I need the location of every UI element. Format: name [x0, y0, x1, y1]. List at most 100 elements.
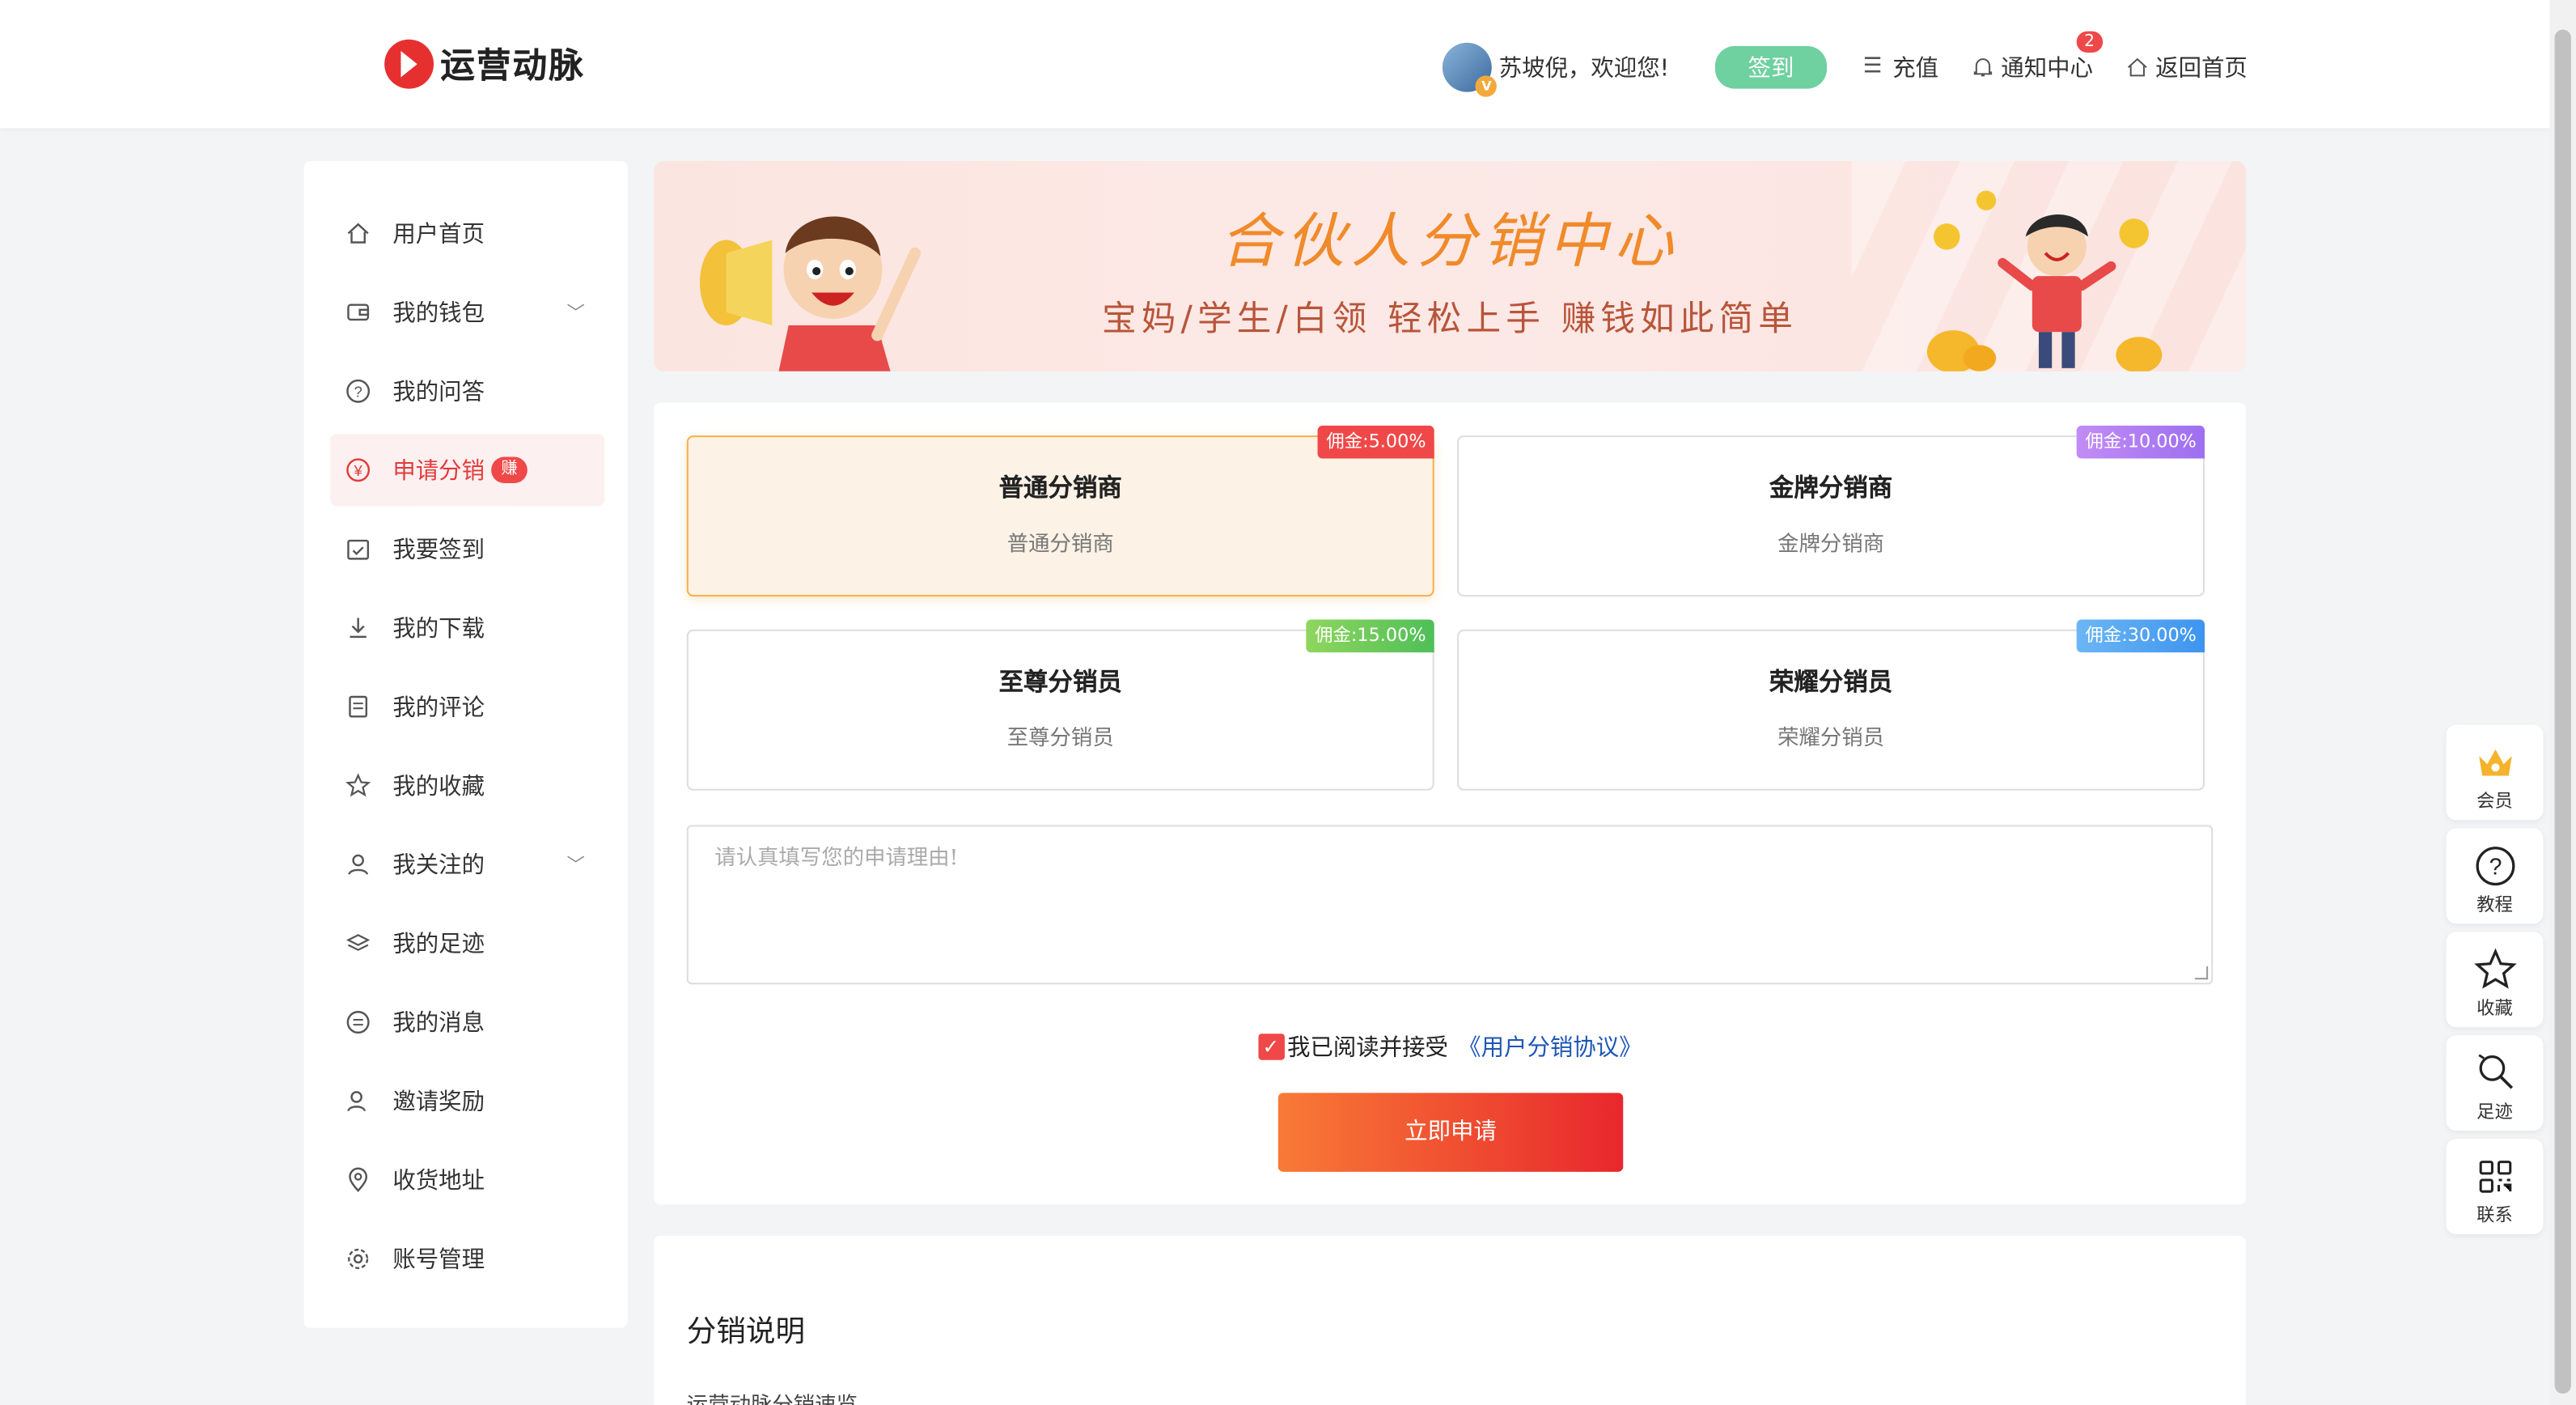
plan-name: 普通分销商 — [998, 473, 1122, 503]
home-link[interactable]: 返回首页 — [2126, 51, 2248, 84]
resize-handle-icon[interactable] — [2194, 966, 2209, 980]
logo-text: 运营动脉 — [440, 45, 585, 86]
question-icon: ? — [343, 376, 373, 406]
plan-description: 至尊分销员 — [1006, 726, 1114, 751]
float-label: 收藏 — [2476, 997, 2513, 1019]
page-scrollbar[interactable] — [2549, 0, 2576, 1405]
sidebar-item-home[interactable]: 用户首页 — [330, 197, 604, 270]
plan-option-normal[interactable]: 佣金:5.00% 普通分销商 普通分销商 — [686, 425, 1434, 597]
sidebar-item-label: 我的消息 — [392, 1010, 485, 1038]
coins-character-illustration — [1926, 190, 2163, 371]
sidebar-item-apply-distribution[interactable]: ¥ 申请分销 赚 — [330, 434, 605, 507]
sidebar-item-signin[interactable]: 我要签到 — [330, 513, 604, 585]
sidebar-item-downloads[interactable]: 我的下载 — [330, 592, 604, 664]
sidebar-item-following[interactable]: 我关注的 ﹀ — [330, 828, 604, 900]
user-sidebar: 用户首页 我的钱包 ﹀ ? 我的问答 ¥ 申请分销 赚 我要签到 我的下载 我的… — [303, 160, 628, 1328]
logo-icon — [384, 39, 434, 89]
right-float-toolbar: 会员 ? 教程 收藏 足迹 联系 — [2446, 724, 2544, 1242]
yen-icon: ¥ — [343, 455, 373, 485]
notification-count-badge: 2 — [2075, 31, 2104, 53]
distribution-explanation-card: 分销说明 运营动脉分销速览 — [654, 1236, 2246, 1405]
plan-option-glory[interactable]: 佣金:30.00% 荣耀分销员 荣耀分销员 — [1457, 619, 2205, 791]
sidebar-item-label: 我的下载 — [392, 616, 485, 643]
apply-reason-textarea[interactable]: 请认真填写您的申请理由! — [686, 825, 2214, 985]
sidebar-item-label: 申请分销 — [392, 458, 485, 486]
location-icon — [343, 1165, 373, 1195]
page-root: 运营动脉 V 苏坡倪，欢迎您! 签到 ☰ 充值 通知中心 2 返回首页 用户首页… — [0, 0, 2576, 1405]
avatar[interactable]: V — [1443, 42, 1498, 97]
gear-icon — [343, 1244, 373, 1274]
plan-name: 荣耀分销员 — [1769, 667, 1893, 697]
sidebar-item-footprints[interactable]: 我的足迹 — [330, 907, 604, 979]
sidebar-item-label: 我的足迹 — [392, 932, 485, 958]
sidebar-item-label: 我关注的 — [392, 852, 485, 880]
distribution-apply-card: 佣金:5.00% 普通分销商 普通分销商 佣金:10.00% 金牌分销商 金牌分… — [654, 402, 2246, 1205]
float-item-vip[interactable]: 会员 — [2446, 724, 2544, 821]
scrollbar-thumb[interactable] — [2554, 29, 2571, 1394]
float-item-contact[interactable]: 联系 — [2446, 1139, 2544, 1234]
reason-placeholder: 请认真填写您的申请理由! — [714, 846, 959, 872]
float-label: 足迹 — [2476, 1101, 2513, 1123]
plan-description: 普通分销商 — [1006, 532, 1114, 558]
crown-icon — [2447, 741, 2544, 784]
sidebar-item-messages[interactable]: 我的消息 — [330, 986, 604, 1058]
sidebar-item-qa[interactable]: ? 我的问答 — [330, 355, 604, 427]
star-icon — [2447, 948, 2544, 991]
star-icon — [343, 770, 373, 800]
sidebar-item-address[interactable]: 收货地址 — [330, 1144, 604, 1216]
sidebar-item-label: 收货地址 — [392, 1168, 485, 1195]
apply-now-button[interactable]: 立即申请 — [1277, 1093, 1624, 1172]
question-circle-icon: ? — [2447, 845, 2544, 888]
sidebar-item-label: 我要签到 — [392, 537, 485, 564]
download-icon — [343, 613, 373, 643]
float-item-tutorial[interactable]: ? 教程 — [2446, 828, 2544, 924]
commission-tag: 佣金:15.00% — [1307, 619, 1434, 653]
user-plus-icon — [343, 1086, 373, 1116]
svg-text:?: ? — [2489, 854, 2502, 880]
notification-link[interactable]: 通知中心 2 — [1972, 31, 2104, 84]
header-user-area: V 苏坡倪，欢迎您! 签到 ☰ 充值 通知中心 2 返回首页 — [1443, 31, 2248, 97]
comment-icon — [343, 692, 373, 722]
sidebar-item-account[interactable]: 账号管理 — [330, 1223, 604, 1295]
float-label: 教程 — [2476, 894, 2513, 916]
chevron-down-icon: ﹀ — [566, 854, 585, 877]
agree-checkbox[interactable]: ✓ — [1257, 1034, 1284, 1060]
agreement-link[interactable]: 《用户分销协议》 — [1458, 1030, 1642, 1063]
plan-description: 金牌分销商 — [1777, 532, 1885, 558]
agree-text: 我已阅读并接受 — [1286, 1035, 1448, 1062]
sidebar-item-invite[interactable]: 邀请奖励 — [330, 1065, 604, 1137]
notify-label: 通知中心 — [2001, 56, 2093, 83]
message-icon — [343, 1008, 373, 1038]
welcome-text: 苏坡倪，欢迎您! — [1498, 56, 1670, 83]
plan-description: 荣耀分销员 — [1777, 726, 1885, 751]
earn-badge: 赚 — [491, 456, 527, 483]
sidebar-item-label: 我的钱包 — [392, 300, 485, 328]
sidebar-item-label: 我的问答 — [392, 380, 485, 406]
calendar-check-icon — [343, 534, 373, 564]
plan-option-gold[interactable]: 佣金:10.00% 金牌分销商 金牌分销商 — [1457, 425, 2205, 597]
sidebar-item-favorites[interactable]: 我的收藏 — [330, 749, 604, 821]
sidebar-item-wallet[interactable]: 我的钱包 ﹀ — [330, 276, 604, 348]
svg-text:?: ? — [354, 383, 362, 400]
float-item-favorite[interactable]: 收藏 — [2446, 932, 2544, 1028]
sidebar-item-label: 账号管理 — [392, 1247, 485, 1274]
wallet-icon — [343, 298, 373, 328]
signin-button[interactable]: 签到 — [1714, 45, 1828, 89]
recharge-link[interactable]: ☰ 充值 — [1863, 51, 1938, 84]
site-logo[interactable]: 运营动脉 — [384, 39, 585, 89]
bell-icon — [1972, 56, 1994, 79]
sidebar-item-label: 我的评论 — [392, 694, 485, 722]
svg-text:¥: ¥ — [354, 462, 363, 479]
float-label: 会员 — [2476, 790, 2513, 813]
commission-tag: 佣金:5.00% — [1318, 425, 1434, 459]
plan-option-supreme[interactable]: 佣金:15.00% 至尊分销员 至尊分销员 — [686, 619, 1434, 791]
top-header: 运营动脉 V 苏坡倪，欢迎您! 签到 ☰ 充值 通知中心 2 返回首页 — [0, 0, 2550, 129]
recharge-label: 充值 — [1892, 56, 1939, 83]
chevron-down-icon: ﹀ — [566, 302, 585, 325]
commission-tag: 佣金:30.00% — [2077, 619, 2205, 653]
partner-banner: 合伙人分销中心 宝妈/学生/白领 轻松上手 赚钱如此简单 — [654, 160, 2246, 371]
home-icon — [343, 219, 373, 248]
sidebar-item-comments[interactable]: 我的评论 — [330, 670, 604, 742]
qrcode-icon — [2447, 1156, 2544, 1199]
float-item-footprint[interactable]: 足迹 — [2446, 1035, 2544, 1131]
